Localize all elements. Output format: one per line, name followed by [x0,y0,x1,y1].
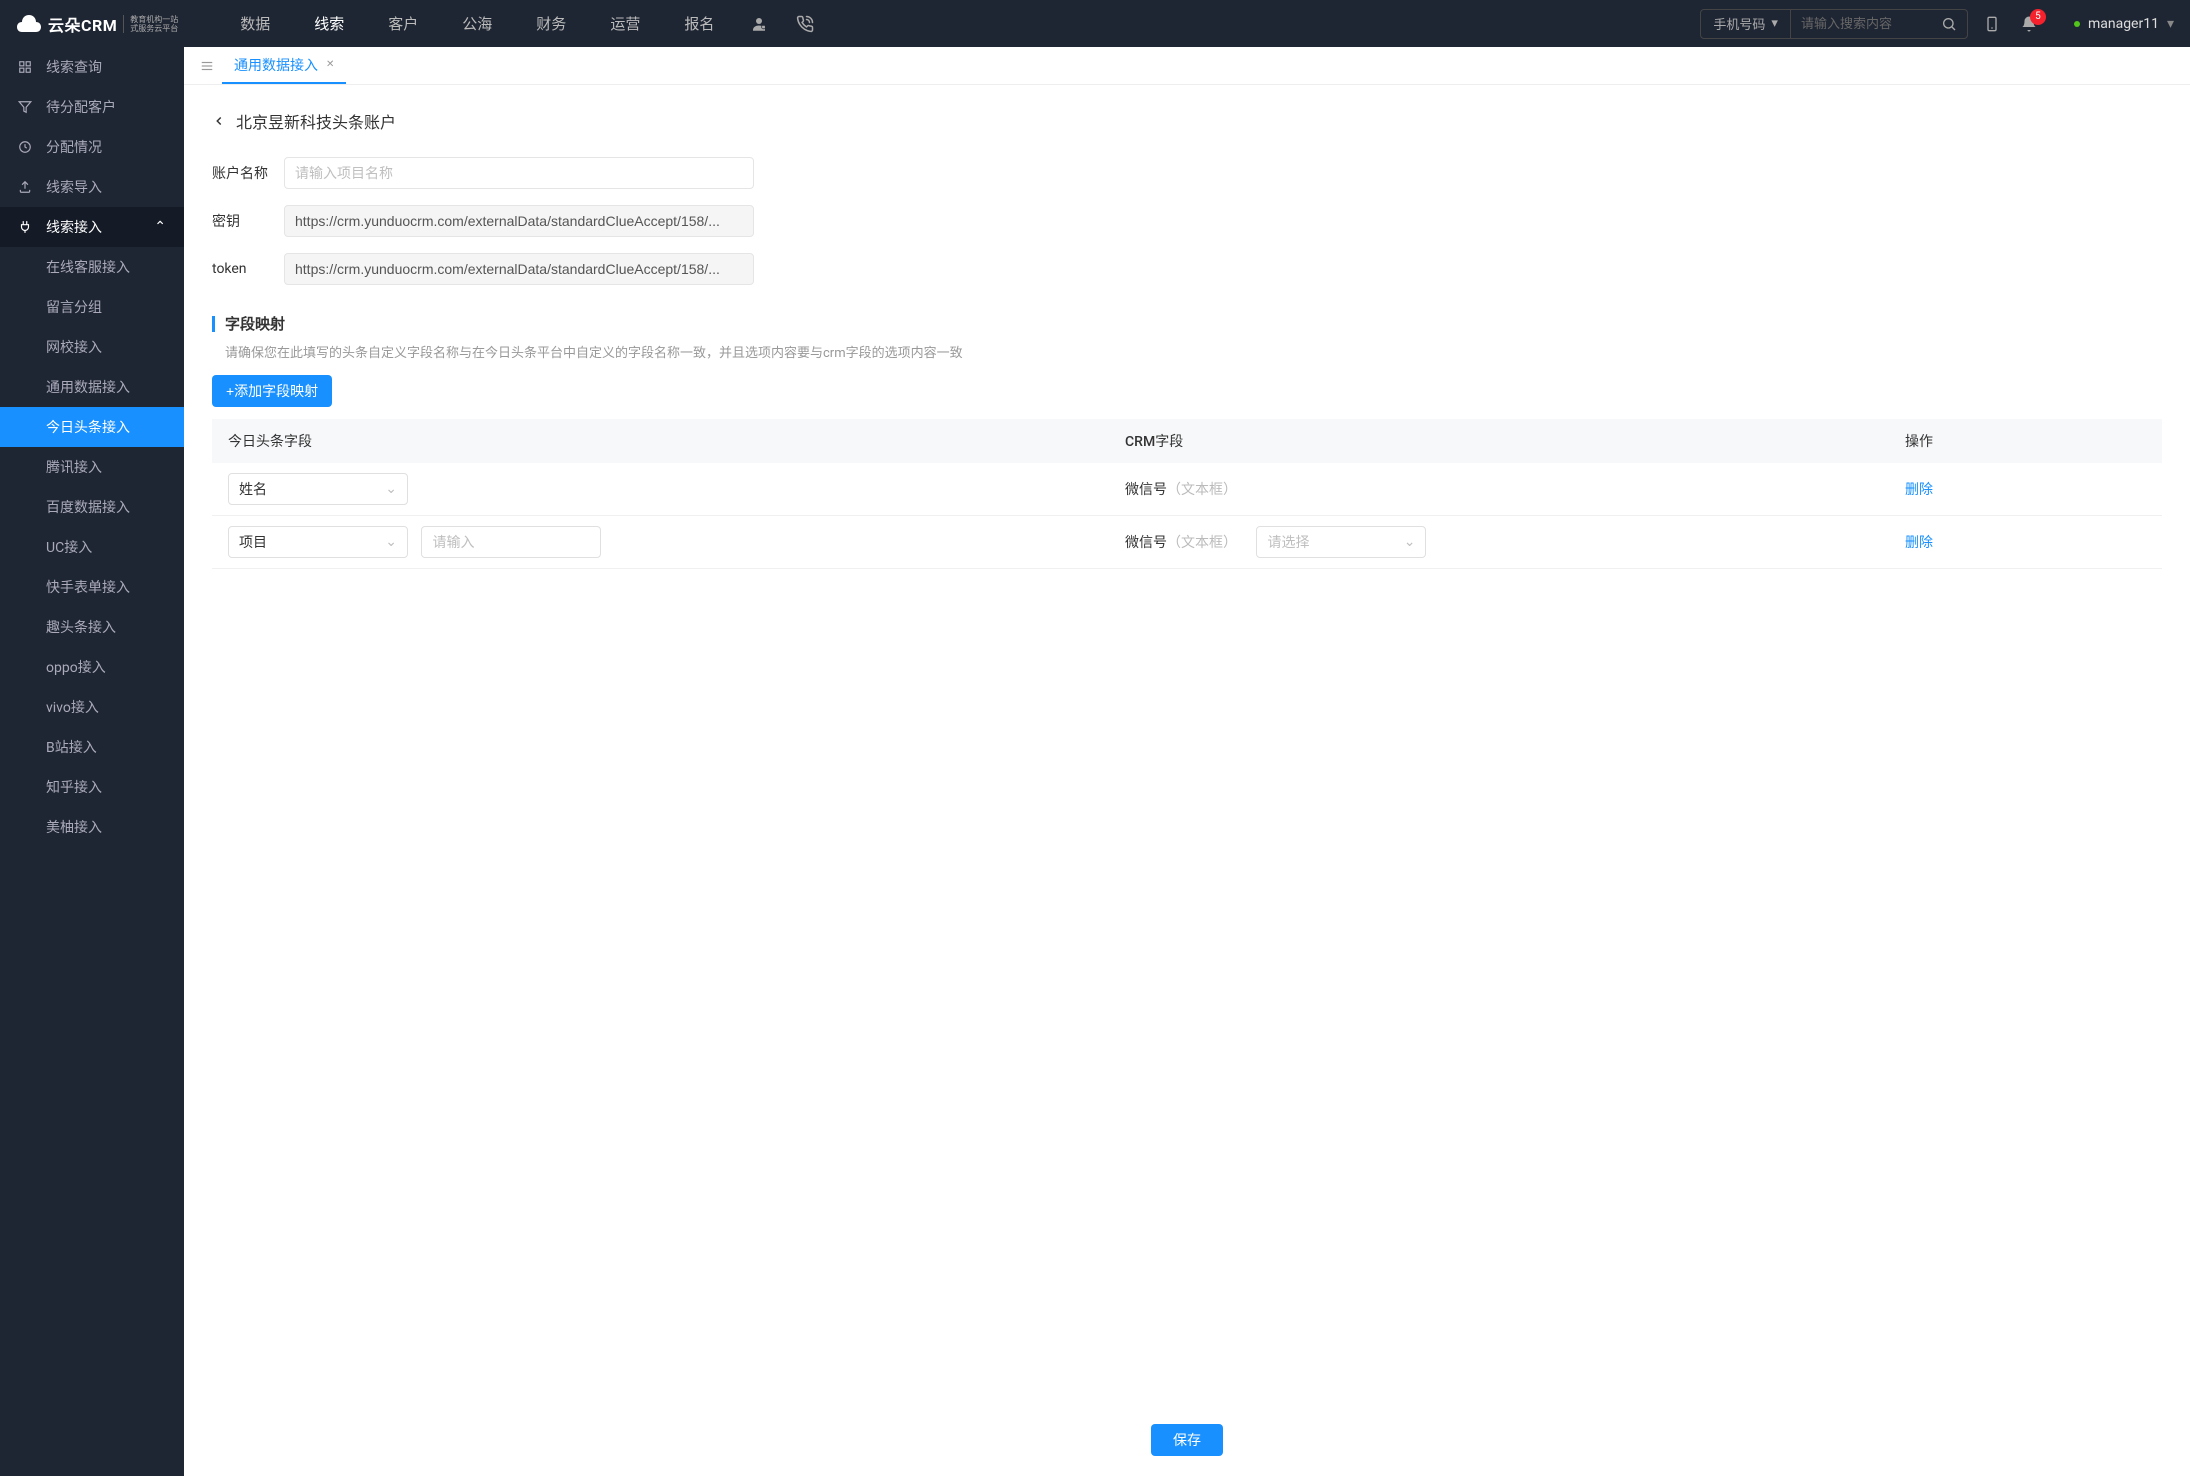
clock-icon [18,140,34,154]
token-input[interactable] [284,253,754,285]
sidebar-item-import[interactable]: 线索导入 [0,167,184,207]
grid-icon [18,60,34,74]
account-name-input[interactable] [284,157,754,189]
form-row-name: 账户名称 [212,157,2162,189]
main-content: 通用数据接入 ✕ 北京昱新科技头条账户 账户名称 密钥 token [184,47,2190,1476]
sidebar-item-clue-query[interactable]: 线索查询 [0,47,184,87]
footer: 保存 [1151,1424,1223,1456]
sidebar-sub-uc[interactable]: UC接入 [0,527,184,567]
status-dot [2074,21,2080,27]
back-icon[interactable] [212,114,226,128]
notification-badge: 5 [2030,9,2046,25]
user-add-icon[interactable] [736,15,782,33]
save-button[interactable]: 保存 [1151,1424,1223,1456]
filter-icon [18,100,34,114]
breadcrumb: 北京昱新科技头条账户 [212,109,2162,133]
sidebar-sub-online[interactable]: 在线客服接入 [0,247,184,287]
sidebar-sub-qutoutiao[interactable]: 趣头条接入 [0,607,184,647]
bell-icon[interactable]: 5 [2020,15,2038,33]
section-header: 字段映射 [212,313,2162,334]
sidebar-sub-meiyou[interactable]: 美柚接入 [0,807,184,847]
section-bar [212,316,215,332]
col-op: 操作 [1889,419,2162,463]
plug-icon [18,220,34,234]
add-mapping-button[interactable]: +添加字段映射 [212,375,332,407]
secret-label: 密钥 [212,211,284,231]
section-title: 字段映射 [225,313,285,334]
sidebar-sub-toutiao[interactable]: 今日头条接入 [0,407,184,447]
nav-enroll[interactable]: 报名 [662,13,736,34]
sidebar-item-distribution[interactable]: 分配情况 [0,127,184,167]
table-row: 项目 ⌄ 微信号（文本框） 请选择 ⌄ [212,516,2162,569]
search-box: 手机号码 ▾ [1700,9,1968,39]
crm-field-select[interactable]: 请选择 ⌄ [1256,526,1426,558]
sidebar-item-access[interactable]: 线索接入 ⌃ [0,207,184,247]
chevron-up-icon: ⌃ [154,219,166,235]
search-input[interactable] [1791,16,1931,31]
sidebar-sub-tencent[interactable]: 腾讯接入 [0,447,184,487]
tabs-bar: 通用数据接入 ✕ [184,47,2190,85]
nav-data[interactable]: 数据 [218,13,292,34]
top-header: 云朵CRM 教育机构一站 式服务云平台 数据 线索 客户 公海 财务 运营 报名… [0,0,2190,47]
form-row-secret: 密钥 [212,205,2162,237]
top-nav: 数据 线索 客户 公海 财务 运营 报名 [218,13,1684,34]
delete-link[interactable]: 删除 [1905,535,1933,551]
chevron-down-icon: ⌄ [1404,534,1416,550]
table-row: 姓名 ⌄ 微信号（文本框） 删除 [212,463,2162,516]
mobile-icon[interactable] [1984,14,2000,34]
tab-general-data[interactable]: 通用数据接入 ✕ [222,47,346,84]
section-hint: 请确保您在此填写的头条自定义字段名称与在今日头条平台中自定义的字段名称一致，并且… [212,342,2162,361]
sidebar-item-pending[interactable]: 待分配客户 [0,87,184,127]
tabs-collapse-icon[interactable] [192,59,222,73]
search-type-select[interactable]: 手机号码 ▾ [1701,10,1791,38]
close-icon[interactable]: ✕ [326,59,334,70]
sidebar-sub-zhihu[interactable]: 知乎接入 [0,767,184,807]
logo-subtitle: 教育机构一站 式服务云平台 [123,15,178,33]
src-field-select[interactable]: 项目 ⌄ [228,526,408,558]
sidebar: 线索查询 待分配客户 分配情况 线索导入 线索接入 ⌃ 在线客服接入 留言分组 … [0,47,184,1476]
nav-public[interactable]: 公海 [440,13,514,34]
sidebar-sub-general[interactable]: 通用数据接入 [0,367,184,407]
sidebar-sub-baidu[interactable]: 百度数据接入 [0,487,184,527]
upload-icon [18,180,34,194]
chevron-down-icon: ⌄ [385,481,397,497]
src-field-select[interactable]: 姓名 ⌄ [228,473,408,505]
sidebar-sub-kuaishou[interactable]: 快手表单接入 [0,567,184,607]
nav-clues[interactable]: 线索 [292,13,366,34]
name-label: 账户名称 [212,163,284,183]
user-menu[interactable]: manager11 ▾ [2058,16,2174,32]
token-label: token [212,261,284,277]
nav-operation[interactable]: 运营 [588,13,662,34]
crm-field-label: 微信号（文本框） [1125,535,1240,551]
header-right: 5 manager11 ▾ [1984,14,2174,34]
chevron-down-icon: ▾ [1771,16,1778,31]
sidebar-sub-message-group[interactable]: 留言分组 [0,287,184,327]
col-src: 今日头条字段 [212,419,1109,463]
nav-customers[interactable]: 客户 [366,13,440,34]
sidebar-sub-oppo[interactable]: oppo接入 [0,647,184,687]
src-field-input[interactable] [421,526,601,558]
cloud-icon [16,14,44,34]
delete-link[interactable]: 删除 [1905,482,1933,498]
logo-text: 云朵CRM [48,12,117,36]
sidebar-sub-bilibili[interactable]: B站接入 [0,727,184,767]
crm-field-label: 微信号（文本框） [1125,482,1237,498]
phone-icon[interactable] [782,15,828,33]
mapping-table: 今日头条字段 CRM字段 操作 姓名 ⌄ [212,419,2162,569]
page-title: 北京昱新科技头条账户 [236,109,396,133]
chevron-down-icon: ▾ [2167,16,2174,32]
secret-input[interactable] [284,205,754,237]
search-icon[interactable] [1931,16,1967,32]
sidebar-sub-vivo[interactable]: vivo接入 [0,687,184,727]
col-dst: CRM字段 [1109,419,1889,463]
page-content: 北京昱新科技头条账户 账户名称 密钥 token 字段映射 请确保您在此填写的头… [184,85,2190,1476]
chevron-down-icon: ⌄ [385,534,397,550]
sidebar-sub-school[interactable]: 网校接入 [0,327,184,367]
logo[interactable]: 云朵CRM 教育机构一站 式服务云平台 [16,12,178,36]
nav-finance[interactable]: 财务 [514,13,588,34]
form-row-token: token [212,253,2162,285]
username: manager11 [2088,16,2159,32]
